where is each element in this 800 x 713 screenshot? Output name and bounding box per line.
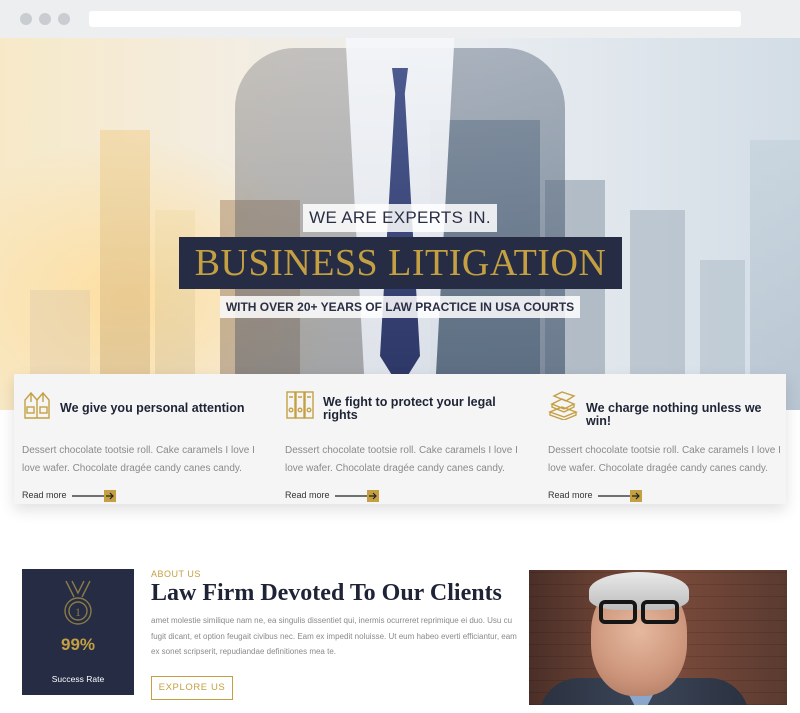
vest-icon (24, 391, 50, 419)
hero-title-text: BUSINESS LITIGATION (194, 242, 607, 284)
address-bar[interactable] (89, 11, 741, 27)
medal-number: 1 (75, 605, 81, 619)
window-close-dot[interactable] (20, 13, 32, 25)
binders-icon (286, 391, 314, 419)
success-rate-value: 99% (60, 635, 96, 654)
feature-text: Dessert chocolate tootsie roll. Cake car… (22, 445, 255, 474)
medal-icon: 1 (64, 580, 92, 625)
hero-kicker-text: WE ARE EXPERTS IN. (303, 204, 497, 232)
feature-text: Dessert chocolate tootsie roll. Cake car… (285, 445, 518, 474)
read-more-link[interactable]: Read more (22, 490, 67, 500)
about-title: Law Firm Devoted To Our Clients (151, 580, 502, 606)
success-rate-box: 1 99% Success Rate (22, 569, 134, 695)
hero-title: BUSINESS LITIGATION (179, 237, 622, 289)
arrow-right-icon[interactable] (72, 490, 116, 502)
books-icon (548, 391, 578, 420)
skyline-building (750, 140, 800, 410)
about-text: amet molestie similique nam ne, ea singu… (151, 616, 517, 656)
window-minimize-dot[interactable] (39, 13, 51, 25)
hero-subtitle: WITH OVER 20+ YEARS OF LAW PRACTICE IN U… (0, 296, 800, 318)
feature-title: We give you personal attention (60, 401, 245, 415)
browser-chrome (0, 0, 800, 38)
success-rate-label: Success Rate (51, 674, 105, 684)
window-maximize-dot[interactable] (58, 13, 70, 25)
arrow-right-icon[interactable] (335, 490, 379, 502)
read-more-link[interactable]: Read more (548, 490, 593, 500)
explore-us-button[interactable]: EXPLORE US (151, 676, 233, 700)
hero-subtitle-text: WITH OVER 20+ YEARS OF LAW PRACTICE IN U… (219, 296, 581, 318)
about-kicker: ABOUT US (151, 569, 201, 579)
hero-kicker: WE ARE EXPERTS IN. (0, 204, 800, 232)
features-card: We give you personal attention Dessert c… (14, 374, 786, 504)
feature-title: We charge nothing unless we win! (586, 401, 762, 428)
read-more-link[interactable]: Read more (285, 490, 330, 500)
feature-text: Dessert chocolate tootsie roll. Cake car… (548, 445, 781, 474)
lawyer-portrait-image (529, 570, 787, 705)
arrow-right-icon[interactable] (598, 490, 642, 502)
skyline-building (100, 130, 150, 410)
feature-title: We fight to protect your legal rights (323, 395, 496, 422)
